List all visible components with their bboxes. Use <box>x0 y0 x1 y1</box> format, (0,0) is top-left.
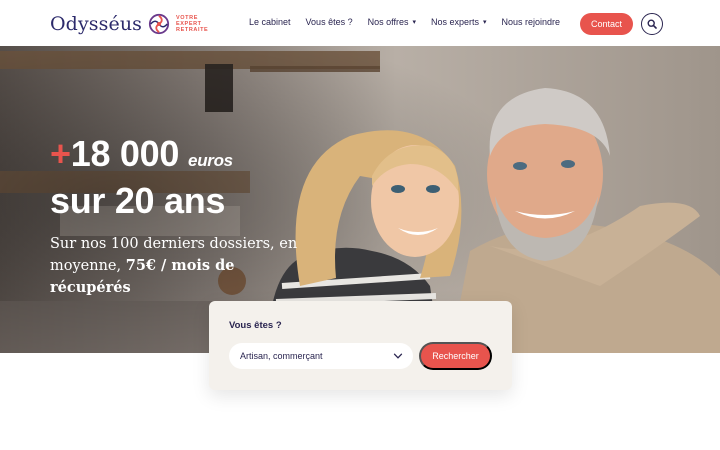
main-nav: Le cabinet Vous êtes ? Nos offres ▾ Nos … <box>249 17 575 27</box>
nav-item-nous-rejoindre[interactable]: Nous rejoindre <box>502 17 561 27</box>
search-icon <box>647 19 657 29</box>
logo-wordmark: Odysséus <box>50 13 143 35</box>
profile-select[interactable]: Artisan, commerçant <box>229 343 413 369</box>
hero-amount: 18 000 <box>70 133 180 174</box>
hero-period: sur 20 ans <box>50 180 226 221</box>
hero-amount-line: + 18 000 euros <box>50 134 310 181</box>
hero-plus: + <box>50 133 71 174</box>
nav-item-vous-etes[interactable]: Vous êtes ? <box>306 17 353 27</box>
hero-subtitle: Sur nos 100 derniers dossiers, en moyenn… <box>50 236 298 296</box>
nav-item-nos-offres[interactable]: Nos offres ▾ <box>368 17 416 27</box>
search-submit-button[interactable]: Rechercher <box>419 342 492 370</box>
chevron-down-icon: ▾ <box>412 19 416 26</box>
chevron-down-icon: ▾ <box>483 19 487 26</box>
contact-button[interactable]: Contact <box>580 13 633 35</box>
card-title: Vous êtes ? <box>229 320 282 331</box>
chevron-down-icon <box>393 353 403 359</box>
hero-unit: euros <box>188 151 233 170</box>
profile-select-value: Artisan, commerçant <box>240 351 323 361</box>
logo-tagline: VOTRE EXPERT RETRAITE <box>176 14 209 34</box>
search-button[interactable] <box>641 13 663 35</box>
nav-item-nos-experts[interactable]: Nos experts ▾ <box>431 17 487 27</box>
nav-item-cabinet[interactable]: Le cabinet <box>249 17 291 27</box>
logo-emblem-icon <box>148 13 170 35</box>
hero-headline-block: + 18 000 euros sur 20 ans Sur nos 100 de… <box>50 134 310 299</box>
site-header: Odysséus VOTRE EXPERT RETRAITE Le cabine… <box>0 0 720 46</box>
profile-search-card: Vous êtes ? Artisan, commerçant Recherch… <box>209 301 512 390</box>
logo[interactable]: Odysséus VOTRE EXPERT RETRAITE <box>50 11 208 37</box>
